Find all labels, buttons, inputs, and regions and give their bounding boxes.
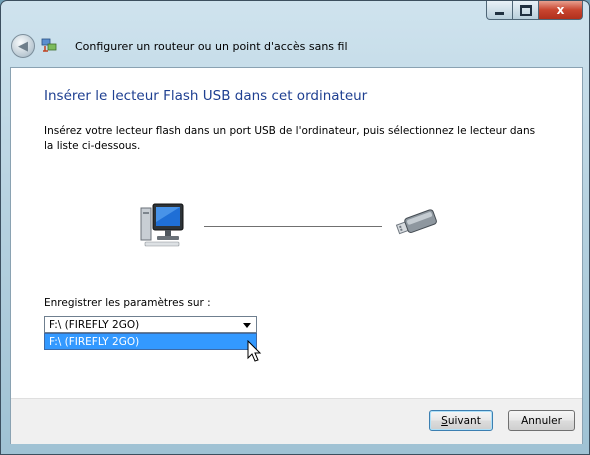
instructions-text: Insérez votre lecteur flash dans un port… [44, 125, 536, 152]
connection-line [204, 226, 382, 227]
mouse-cursor-icon [247, 340, 262, 362]
content-panel: Insérer le lecteur Flash USB dans cet or… [10, 67, 583, 444]
caption-buttons: x [486, 1, 583, 20]
wizard-header: ◀ Configurer un routeur ou un point d'ac… [1, 29, 589, 65]
usb-drive-icon [395, 209, 437, 235]
wizard-window: x ◀ Configurer un routeur ou un point d'… [0, 0, 590, 455]
window-title: Configurer un routeur ou un point d'accè… [75, 40, 348, 53]
button-bar: Suivant Annuler [11, 398, 582, 444]
drive-select-value: F:\ (FIREFLY 2GO) [49, 319, 140, 331]
next-button-label: uivant [447, 414, 481, 427]
computer-icon [140, 203, 184, 247]
maximize-button[interactable] [513, 1, 539, 20]
drive-dropdown-list: F:\ (FIREFLY 2GO) [44, 333, 257, 350]
next-button-mnemonic: S [441, 414, 448, 427]
page-heading: Insérer le lecteur Flash USB dans cet or… [44, 88, 368, 104]
minimize-icon [495, 11, 504, 15]
next-button[interactable]: Suivant [429, 410, 493, 431]
back-arrow-icon: ◀ [18, 38, 28, 54]
network-wizard-icon [41, 38, 57, 52]
maximize-icon [519, 4, 532, 16]
drive-option[interactable]: F:\ (FIREFLY 2GO) [45, 334, 256, 349]
save-settings-label: Enregistrer les paramètres sur : [44, 297, 211, 309]
close-icon: x [556, 3, 565, 17]
cancel-button[interactable]: Annuler [508, 410, 575, 431]
chevron-down-icon [243, 323, 251, 328]
minimize-button[interactable] [486, 1, 513, 20]
close-button[interactable]: x [539, 1, 583, 20]
drive-select[interactable]: F:\ (FIREFLY 2GO) [44, 316, 257, 333]
back-button[interactable]: ◀ [11, 34, 35, 58]
